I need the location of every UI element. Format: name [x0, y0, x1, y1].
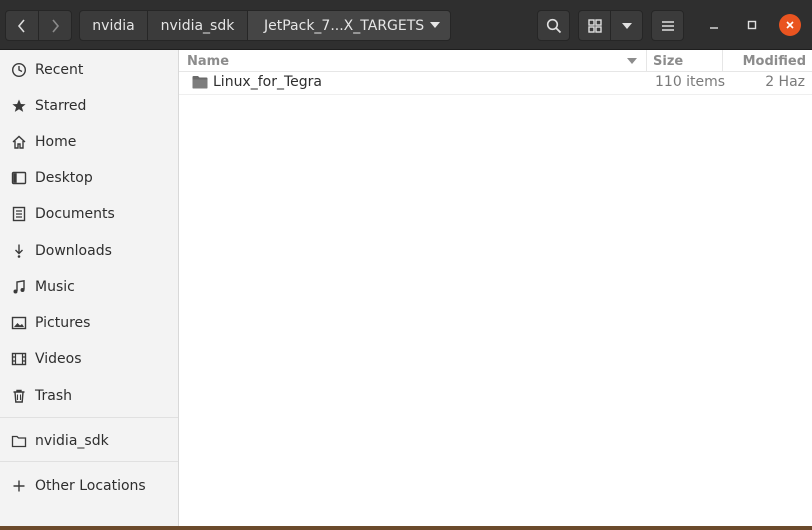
breadcrumb-nvidia[interactable]: nvidia [79, 10, 148, 41]
header-bar: nvidia nvidia_sdk JetPack_7...X_TARGETS [0, 0, 812, 50]
minimize-icon [710, 27, 718, 29]
maximize-icon [747, 20, 757, 30]
close-icon [786, 21, 794, 29]
document-icon [11, 206, 27, 222]
chevron-left-icon [17, 18, 25, 33]
column-headers: Name Size Modified [179, 50, 812, 72]
sidebar-item-label: Documents [35, 206, 115, 222]
sidebar-item-trash[interactable]: Trash [0, 379, 178, 413]
sort-arrow-icon [627, 58, 637, 64]
sidebar-item-label: nvidia_sdk [35, 433, 109, 449]
sidebar-item-downloads[interactable]: Downloads [0, 234, 178, 268]
sidebar-item-label: Desktop [35, 170, 93, 186]
sidebar-item-videos[interactable]: Videos [0, 342, 178, 376]
download-icon [11, 243, 27, 259]
sidebar-item-home[interactable]: Home [0, 125, 178, 159]
sidebar-item-other-locations[interactable]: Other Locations [0, 469, 178, 503]
sidebar-item-label: Music [35, 279, 75, 295]
minimize-button[interactable] [703, 14, 725, 36]
column-header-modified[interactable]: Modified [723, 50, 812, 72]
sidebar-separator [0, 461, 178, 462]
sidebar-item-nvidia-sdk[interactable]: nvidia_sdk [0, 424, 178, 458]
column-header-label: Size [653, 53, 684, 69]
desktop-background-strip [0, 526, 812, 530]
home-icon [11, 134, 27, 150]
sidebar-item-label: Videos [35, 351, 82, 367]
file-modified: 2 Haz [765, 74, 805, 90]
maximize-button[interactable] [741, 14, 763, 36]
picture-icon [11, 315, 27, 331]
column-header-label: Name [187, 53, 230, 69]
file-list-view: Name Size Modified Linux_for_Tegra 110 i… [179, 50, 812, 530]
sidebar-item-desktop[interactable]: Desktop [0, 161, 178, 195]
sidebar-item-label: Downloads [35, 243, 112, 259]
sidebar-item-label: Trash [35, 388, 72, 404]
desktop-icon [11, 170, 27, 186]
search-icon [546, 18, 561, 33]
view-options-button[interactable] [610, 10, 643, 41]
menu-button[interactable] [651, 10, 684, 41]
breadcrumb-current-label: JetPack_7...X_TARGETS [264, 17, 425, 34]
column-header-name[interactable]: Name [179, 50, 647, 72]
sidebar-item-label: Other Locations [35, 478, 146, 494]
sidebar-item-label: Starred [35, 98, 87, 114]
sidebar: Recent Starred Home Desktop Documents Do… [0, 50, 179, 530]
folder-icon [192, 76, 208, 89]
breadcrumb-current[interactable]: JetPack_7...X_TARGETS [247, 10, 451, 41]
grid-view-button[interactable] [578, 10, 611, 41]
close-button[interactable] [779, 14, 801, 36]
file-size: 110 items [655, 74, 726, 90]
chevron-down-icon [621, 22, 632, 29]
sidebar-separator [0, 417, 178, 418]
sidebar-item-recent[interactable]: Recent [0, 53, 178, 87]
chevron-down-icon [430, 22, 440, 28]
back-button[interactable] [5, 10, 39, 41]
star-icon [11, 98, 27, 114]
column-header-label: Modified [742, 53, 806, 69]
search-button[interactable] [537, 10, 570, 41]
music-icon [11, 279, 27, 295]
sidebar-item-label: Home [35, 134, 77, 150]
table-row[interactable]: Linux_for_Tegra 110 items 2 Haz [179, 72, 812, 95]
column-header-size[interactable]: Size [647, 50, 723, 72]
sidebar-item-label: Pictures [35, 315, 91, 331]
sidebar-item-label: Recent [35, 62, 84, 78]
sidebar-item-pictures[interactable]: Pictures [0, 306, 178, 340]
trash-icon [11, 388, 27, 404]
grid-icon [587, 18, 602, 33]
sidebar-item-music[interactable]: Music [0, 270, 178, 304]
sidebar-item-documents[interactable]: Documents [0, 197, 178, 231]
file-name: Linux_for_Tegra [213, 74, 322, 90]
folder-icon [11, 433, 27, 449]
clock-icon [11, 62, 27, 78]
file-manager-window: nvidia nvidia_sdk JetPack_7...X_TARGETS [0, 0, 812, 530]
hamburger-menu-icon [661, 20, 674, 31]
breadcrumb-nvidia-sdk[interactable]: nvidia_sdk [147, 10, 248, 41]
plus-icon [11, 478, 27, 494]
sidebar-item-starred[interactable]: Starred [0, 89, 178, 123]
video-icon [11, 351, 27, 367]
forward-button[interactable] [38, 10, 72, 41]
chevron-right-icon [52, 18, 60, 33]
